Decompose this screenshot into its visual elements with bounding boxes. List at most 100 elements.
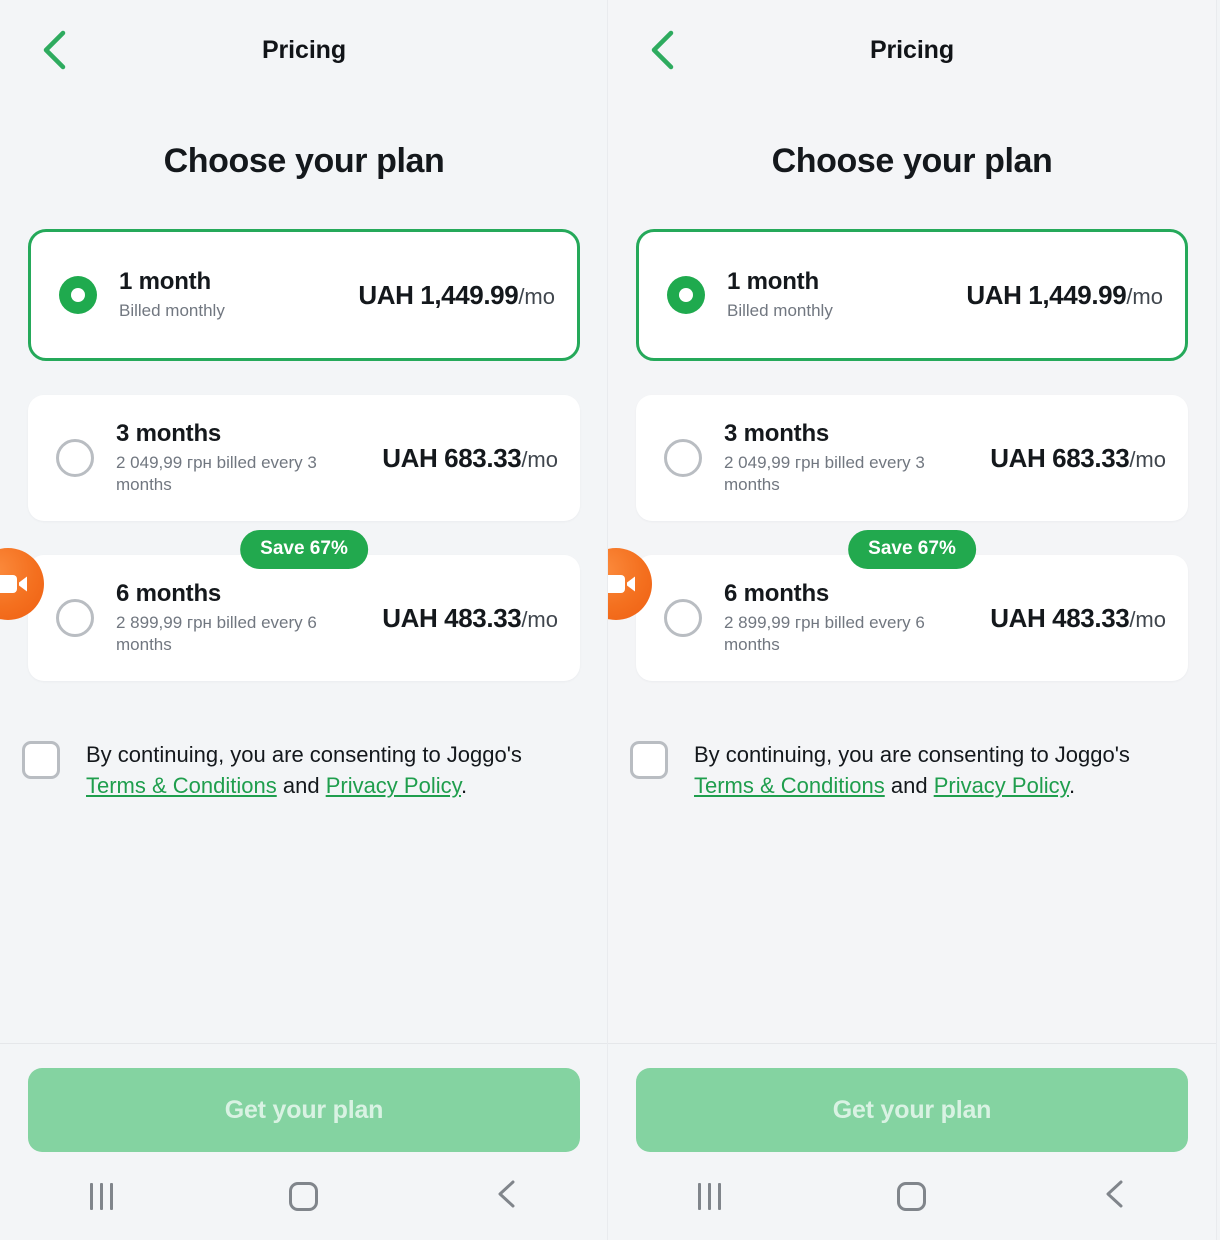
radio-1-month[interactable] xyxy=(667,276,705,314)
plan-title: 3 months xyxy=(724,420,830,448)
plan-info: 6 months 2 899,99 грн billed every 6 mon… xyxy=(116,580,382,656)
price-amount: UAH 483.33 xyxy=(382,602,522,633)
save-badge: Save 67% xyxy=(848,530,976,569)
consent-checkbox[interactable] xyxy=(630,741,668,779)
radio-6-months[interactable] xyxy=(56,599,94,637)
back-icon xyxy=(1103,1179,1127,1214)
nav-home-button[interactable] xyxy=(867,1166,957,1226)
plan-info: 1 month Billed monthly xyxy=(119,268,358,322)
price-amount: UAH 483.33 xyxy=(990,602,1130,633)
plan-price: UAH 1,449.99/mo xyxy=(966,280,1163,311)
price-unit: /mo xyxy=(521,606,558,632)
page-title: Pricing xyxy=(869,35,955,64)
privacy-policy-link[interactable]: Privacy Policy xyxy=(934,773,1069,798)
plan-list: 1 month Billed monthly UAH 1,449.99/mo 3… xyxy=(0,229,608,681)
chevron-left-icon xyxy=(648,29,676,71)
heading-choose-plan: Choose your plan xyxy=(163,142,445,180)
save-badge: Save 67% xyxy=(240,530,368,569)
price-amount: UAH 683.33 xyxy=(990,442,1130,473)
heading-choose-plan: Choose your plan xyxy=(771,142,1053,180)
plan-info: 6 months 2 899,99 грн billed every 6 mon… xyxy=(724,580,990,656)
screenshot-stage: Pricing Choose your plan 1 month Billed … xyxy=(0,0,1220,1240)
price-unit: /mo xyxy=(1126,283,1163,309)
recents-icon xyxy=(697,1182,721,1210)
nav-home-button[interactable] xyxy=(259,1166,349,1226)
recents-icon xyxy=(89,1182,113,1210)
radio-1-month[interactable] xyxy=(59,276,97,314)
price-amount: UAH 1,449.99 xyxy=(966,279,1127,310)
chevron-left-icon xyxy=(40,29,68,71)
plan-subtitle: Billed monthly xyxy=(727,300,833,320)
plan-subtitle: 2 899,99 грн billed every 6 months xyxy=(724,612,925,654)
video-camera-icon xyxy=(608,572,637,596)
radio-3-months[interactable] xyxy=(56,439,94,477)
android-nav-bar xyxy=(608,1152,1216,1240)
plan-title: 6 months xyxy=(116,580,222,608)
phone-panel-partial-right xyxy=(1216,0,1220,1240)
back-button[interactable] xyxy=(30,26,78,74)
plan-card-6-months[interactable]: Save 67% 6 months 2 899,99 грн billed ev… xyxy=(636,530,1188,681)
home-icon xyxy=(289,1181,319,1211)
plan-price: UAH 683.33/mo xyxy=(382,443,558,474)
back-icon xyxy=(495,1179,519,1214)
terms-and-conditions-link[interactable]: Terms & Conditions xyxy=(694,773,885,798)
consent-text-after: . xyxy=(1068,773,1076,799)
consent-checkbox[interactable] xyxy=(22,741,60,779)
plan-info: 3 months 2 049,99 грн billed every 3 mon… xyxy=(116,420,382,496)
consent-text-middle: and xyxy=(276,773,326,799)
nav-back-button[interactable] xyxy=(1070,1166,1160,1226)
consent-text: By continuing, you are consenting to Jog… xyxy=(86,739,556,801)
get-your-plan-button[interactable]: Get your plan xyxy=(636,1068,1188,1152)
plan-price: UAH 483.33/mo xyxy=(382,603,558,634)
price-unit: /mo xyxy=(518,283,555,309)
home-icon xyxy=(897,1181,927,1211)
video-camera-icon xyxy=(0,572,29,596)
consent-text-before: By continuing, you are consenting to Jog… xyxy=(694,742,1130,767)
plan-subtitle: 2 049,99 грн billed every 3 months xyxy=(724,452,925,494)
radio-6-months[interactable] xyxy=(664,599,702,637)
plan-subtitle: Billed monthly xyxy=(119,300,225,320)
nav-back-button[interactable] xyxy=(462,1166,552,1226)
get-your-plan-button[interactable]: Get your plan xyxy=(28,1068,580,1152)
consent-row: By continuing, you are consenting to Jog… xyxy=(0,715,608,801)
consent-row: By continuing, you are consenting to Jog… xyxy=(608,715,1216,801)
plan-card-1-month[interactable]: 1 month Billed monthly UAH 1,449.99/mo xyxy=(28,229,580,361)
phone-panel-left: Pricing Choose your plan 1 month Billed … xyxy=(0,0,608,1240)
plan-title: 1 month xyxy=(727,268,819,296)
plan-price: UAH 683.33/mo xyxy=(990,443,1166,474)
terms-and-conditions-link[interactable]: Terms & Conditions xyxy=(86,773,277,798)
plan-card-1-month[interactable]: 1 month Billed monthly UAH 1,449.99/mo xyxy=(636,229,1188,361)
consent-text-before: By continuing, you are consenting to Jog… xyxy=(86,742,522,767)
plan-card-3-months[interactable]: 3 months 2 049,99 грн billed every 3 mon… xyxy=(636,395,1188,521)
plan-price: UAH 1,449.99/mo xyxy=(358,280,555,311)
radio-3-months[interactable] xyxy=(664,439,702,477)
privacy-policy-link[interactable]: Privacy Policy xyxy=(326,773,461,798)
android-nav-bar xyxy=(0,1152,608,1240)
page-title: Pricing xyxy=(261,35,347,64)
price-amount: UAH 683.33 xyxy=(382,442,522,473)
plan-info: 3 months 2 049,99 грн billed every 3 mon… xyxy=(724,420,990,496)
plan-title: 1 month xyxy=(119,268,211,296)
plan-card-6-months[interactable]: Save 67% 6 months 2 899,99 грн billed ev… xyxy=(28,530,580,681)
plan-price: UAH 483.33/mo xyxy=(990,603,1166,634)
price-unit: /mo xyxy=(521,446,558,472)
nav-recents-button[interactable] xyxy=(56,1166,146,1226)
price-unit: /mo xyxy=(1129,446,1166,472)
price-amount: UAH 1,449.99 xyxy=(358,279,519,310)
plan-subtitle: 2 049,99 грн billed every 3 months xyxy=(116,452,317,494)
footer-bar: Get your plan xyxy=(0,1043,608,1152)
consent-text: By continuing, you are consenting to Jog… xyxy=(694,739,1164,801)
footer-bar: Get your plan xyxy=(608,1043,1216,1152)
nav-recents-button[interactable] xyxy=(664,1166,754,1226)
plan-title: 6 months xyxy=(724,580,830,608)
plan-card-3-months[interactable]: 3 months 2 049,99 грн billed every 3 mon… xyxy=(28,395,580,521)
phone-panel-right: Pricing Choose your plan 1 month Billed … xyxy=(608,0,1216,1240)
consent-text-after: . xyxy=(460,773,468,799)
plan-title: 3 months xyxy=(116,420,222,448)
back-button[interactable] xyxy=(638,26,686,74)
plan-info: 1 month Billed monthly xyxy=(727,268,966,322)
top-app-bar: Pricing xyxy=(0,0,608,100)
consent-text-middle: and xyxy=(884,773,934,799)
price-unit: /mo xyxy=(1129,606,1166,632)
plan-subtitle: 2 899,99 грн billed every 6 months xyxy=(116,612,317,654)
